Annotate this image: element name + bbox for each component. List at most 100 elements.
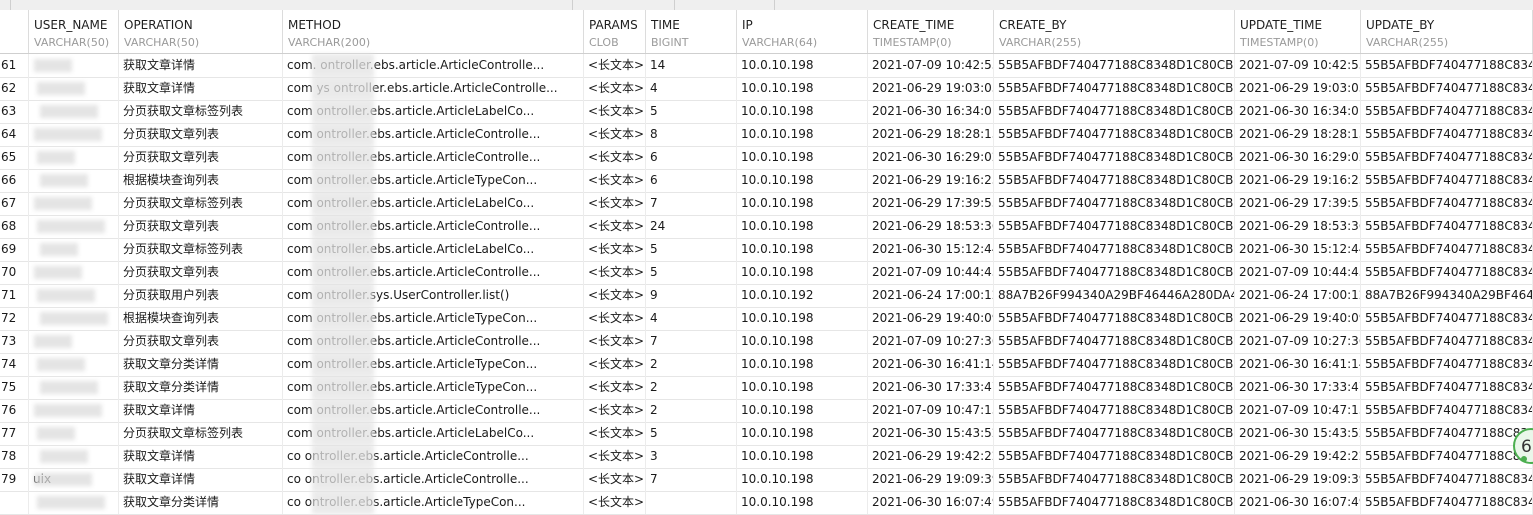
cell-update-time[interactable]: 2021-07-09 10:27:36 <box>1235 330 1361 353</box>
cell-id[interactable]: 61 <box>0 54 29 77</box>
cell-update-by[interactable]: 55B5AFBDF740477188C8348D <box>1361 77 1533 100</box>
table-row[interactable]: 64 分页获取文章列表 com ontroller.ebs.article.Arti… <box>0 123 1533 147</box>
cell-params[interactable]: <长文本> <box>584 399 646 422</box>
cell-update-by[interactable]: 55B5AFBDF740477188C8348D <box>1361 261 1533 284</box>
cell-id[interactable]: 78 <box>0 445 29 468</box>
cell-time[interactable]: 6 <box>646 146 737 169</box>
cell-ip[interactable]: 10.0.10.198 <box>737 169 868 192</box>
column-header-method[interactable]: METHOD VARCHAR(200) <box>283 10 584 53</box>
cell-create-time[interactable]: 2021-06-29 18:53:36 <box>868 215 994 238</box>
cell-update-time[interactable]: 2021-06-29 17:39:53 <box>1235 192 1361 215</box>
cell-ip[interactable]: 10.0.10.198 <box>737 192 868 215</box>
cell-create-by[interactable]: 55B5AFBDF740477188C8348D1C80CBE9 <box>994 307 1235 330</box>
table-row[interactable]: 获取文章分类详情 co ontroller.ebs.article.Article… <box>0 491 1533 515</box>
cell-id[interactable]: 74 <box>0 353 29 376</box>
cell-create-by[interactable]: 55B5AFBDF740477188C8348D1C80CBE9 <box>994 376 1235 399</box>
cell-update-by[interactable]: 55B5AFBDF740477188C8348D <box>1361 100 1533 123</box>
column-header-operation[interactable]: OPERATION VARCHAR(50) <box>119 10 283 53</box>
cell-update-time[interactable]: 2021-06-30 16:29:02 <box>1235 146 1361 169</box>
cell-update-time[interactable]: 2021-06-30 15:43:52 <box>1235 422 1361 445</box>
cell-update-time[interactable]: 2021-06-29 19:16:25 <box>1235 169 1361 192</box>
cell-create-time[interactable]: 2021-06-29 18:28:13 <box>868 123 994 146</box>
cell-time[interactable]: 7 <box>646 330 737 353</box>
cell-update-by[interactable]: 55B5AFBDF740477188C8348D <box>1361 54 1533 77</box>
cell-create-by[interactable]: 55B5AFBDF740477188C8348D1C80CBE9 <box>994 146 1235 169</box>
table-row[interactable]: 76 获取文章详情 com ontroller.ebs.article.Articl… <box>0 399 1533 423</box>
cell-update-by[interactable]: 55B5AFBDF740477188C8348D <box>1361 422 1533 445</box>
column-header-params[interactable]: PARAMS CLOB <box>584 10 646 53</box>
cell-create-time[interactable]: 2021-07-09 10:27:36 <box>868 330 994 353</box>
cell-update-time[interactable]: 2021-06-30 16:41:14 <box>1235 353 1361 376</box>
cell-create-time[interactable]: 2021-06-30 16:07:49 <box>868 491 994 514</box>
cell-operation[interactable]: 分页获取文章列表 <box>119 215 283 238</box>
cell-ip[interactable]: 10.0.10.198 <box>737 330 868 353</box>
cell-update-by[interactable]: 55B5AFBDF740477188C8348D <box>1361 376 1533 399</box>
cell-params[interactable]: <长文本> <box>584 192 646 215</box>
cell-time[interactable]: 5 <box>646 238 737 261</box>
cell-time[interactable]: 7 <box>646 468 737 491</box>
cell-params[interactable]: <长文本> <box>584 468 646 491</box>
cell-operation[interactable]: 分页获取文章列表 <box>119 330 283 353</box>
cell-operation[interactable]: 获取文章详情 <box>119 445 283 468</box>
cell-params[interactable]: <长文本> <box>584 123 646 146</box>
cell-update-time[interactable]: 2021-06-29 19:03:03 <box>1235 77 1361 100</box>
cell-ip[interactable]: 10.0.10.198 <box>737 376 868 399</box>
cell-params[interactable]: <长文本> <box>584 445 646 468</box>
cell-id[interactable]: 64 <box>0 123 29 146</box>
table-row[interactable]: 75 获取文章分类详情 com ontroller.ebs.article.Arti… <box>0 376 1533 400</box>
cell-update-by[interactable]: 55B5AFBDF740477188C8348D <box>1361 123 1533 146</box>
cell-id[interactable]: 68 <box>0 215 29 238</box>
cell-id[interactable]: 79 <box>0 468 29 491</box>
cell-operation[interactable]: 获取文章分类详情 <box>119 376 283 399</box>
cell-params[interactable]: <长文本> <box>584 77 646 100</box>
cell-update-time[interactable]: 2021-07-09 10:44:45 <box>1235 261 1361 284</box>
cell-id[interactable]: 72 <box>0 307 29 330</box>
cell-create-time[interactable]: 2021-06-29 19:09:39 <box>868 468 994 491</box>
cell-operation[interactable]: 获取文章详情 <box>119 468 283 491</box>
cell-update-by[interactable]: 55B5AFBDF740477188C8348D <box>1361 169 1533 192</box>
cell-ip[interactable]: 10.0.10.198 <box>737 445 868 468</box>
cell-ip[interactable]: 10.0.10.198 <box>737 123 868 146</box>
cell-params[interactable]: <长文本> <box>584 215 646 238</box>
cell-update-time[interactable]: 2021-06-30 15:12:44 <box>1235 238 1361 261</box>
cell-create-by[interactable]: 55B5AFBDF740477188C8348D1C80CBE9 <box>994 445 1235 468</box>
cell-update-by[interactable]: 55B5AFBDF740477188C8348D <box>1361 238 1533 261</box>
cell-create-time[interactable]: 2021-06-29 19:16:25 <box>868 169 994 192</box>
cell-ip[interactable]: 10.0.10.198 <box>737 238 868 261</box>
cell-create-by[interactable]: 55B5AFBDF740477188C8348D1C80CBE9 <box>994 215 1235 238</box>
cell-operation[interactable]: 分页获取文章标签列表 <box>119 100 283 123</box>
table-row[interactable]: 68 分页获取文章列表 com ontroller.ebs.article.Arti… <box>0 215 1533 239</box>
cell-id[interactable]: 63 <box>0 100 29 123</box>
cell-ip[interactable]: 10.0.10.198 <box>737 146 868 169</box>
cell-update-by[interactable]: 55B5AFBDF740477188C8348D <box>1361 215 1533 238</box>
cell-update-time[interactable]: 2021-06-30 16:07:49 <box>1235 491 1361 514</box>
column-header-create-by[interactable]: CREATE_BY VARCHAR(255) <box>994 10 1235 53</box>
cell-update-time[interactable]: 2021-06-29 19:42:22 <box>1235 445 1361 468</box>
cell-id[interactable]: 69 <box>0 238 29 261</box>
column-header-update-by[interactable]: UPDATE_BY VARCHAR(255) <box>1361 10 1533 53</box>
cell-update-by[interactable]: 55B5AFBDF740477188C8348D <box>1361 468 1533 491</box>
cell-create-by[interactable]: 55B5AFBDF740477188C8348D1C80CBE9 <box>994 77 1235 100</box>
cell-create-time[interactable]: 2021-07-09 10:47:13 <box>868 399 994 422</box>
cell-ip[interactable]: 10.0.10.198 <box>737 261 868 284</box>
cell-time[interactable]: 5 <box>646 261 737 284</box>
cell-id[interactable]: 75 <box>0 376 29 399</box>
cell-id[interactable] <box>0 491 29 514</box>
cell-ip[interactable]: 10.0.10.192 <box>737 284 868 307</box>
cell-id[interactable]: 62 <box>0 77 29 100</box>
cell-time[interactable]: 5 <box>646 422 737 445</box>
cell-time[interactable]: 2 <box>646 399 737 422</box>
table-row[interactable]: 65 分页获取文章列表 com ontroller.ebs.article.Arti… <box>0 146 1533 170</box>
cell-params[interactable]: <长文本> <box>584 169 646 192</box>
cell-update-time[interactable]: 2021-06-29 18:53:36 <box>1235 215 1361 238</box>
cell-update-by[interactable]: 55B5AFBDF740477188C8348D <box>1361 330 1533 353</box>
table-row[interactable]: 67 分页获取文章标签列表 com ontroller.ebs.article.Ar… <box>0 192 1533 216</box>
table-row[interactable]: 78 获取文章详情 co ontroller.ebs.article.Article… <box>0 445 1533 469</box>
cell-operation[interactable]: 分页获取文章列表 <box>119 146 283 169</box>
cell-create-time[interactable]: 2021-06-24 17:00:12 <box>868 284 994 307</box>
column-header-create-time[interactable]: CREATE_TIME TIMESTAMP(0) <box>868 10 994 53</box>
cell-update-time[interactable]: 2021-06-30 16:34:01 <box>1235 100 1361 123</box>
cell-operation[interactable]: 获取文章详情 <box>119 77 283 100</box>
cell-create-time[interactable]: 2021-06-30 16:29:02 <box>868 146 994 169</box>
cell-id[interactable]: 77 <box>0 422 29 445</box>
